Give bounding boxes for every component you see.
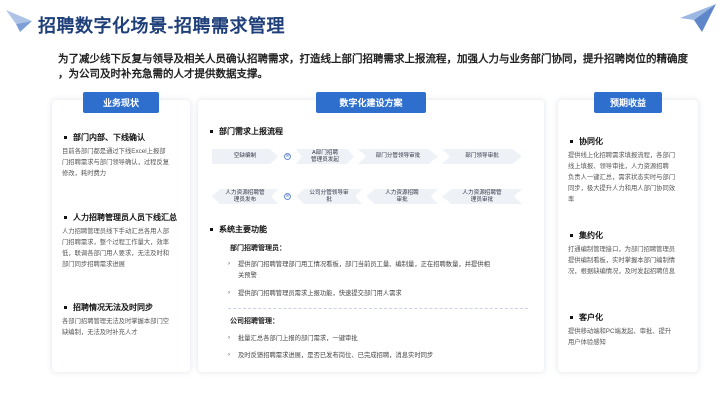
sub-title: 公司招聘管理： [230,318,279,325]
expected-benefit-panel: 预期收益 协同化 提供线上化招聘需求填报流程，各部门 线上填报、领导审批，人力资源… [558,92,698,372]
section-text: 目前各部门都是通过下线Excel上报部 门招聘需求与部门领导确认，过程反复 修改，耗… [62,148,170,177]
section-text: 提供线上化招聘需求填报流程，各部门 线上填报、领导审批，人力资源招聘 负责人一键汇总… [568,152,676,203]
section-title: 人力招聘管理员人员下线汇总 [64,212,177,223]
list-item: › 批量汇总各部门上报的部门需求，一键审批 [228,335,358,342]
section-text: 各部门招聘管理无法及时掌握本部门空 缺编制，无法及时补充人才 [62,318,170,336]
flow-connector-icon: ⊗ [284,153,291,160]
section-text: 人力招聘管理员线下手动汇总各用人部 门招聘需求，整个过程工作量大，效率 低，联调各部… [62,228,170,268]
flow-step: 空缺编制 [212,149,278,164]
sub-title: 部门招聘管理员： [230,245,286,252]
section-title: 客户化 [570,312,603,323]
section-text: 提供移动端和PC端发起、审批、提升 用户体验感知 [568,328,672,346]
list-item: › 提供部门招聘管理部门用工情况看板，部门当前员工量、编制量，正在招聘数量，并提… [228,261,490,279]
section-title: 集约化 [570,230,603,241]
intro-text: 为了减少线下反复与领导及相关人员确认招聘需求，打造线上部门招聘需求上报流程，加强… [58,53,688,80]
chevron-right-icon: › [228,352,230,358]
page-title: 招聘数字化场景-招聘需求管理 [38,16,285,36]
digital-solution-header: 数字化建设方案 [316,92,426,113]
current-status-panel: 业务现状 部门内部、下线确认 目前各部门都是通过下线Excel上报部 门招聘需求与… [52,92,190,372]
flow-step: 部门领导审批 [442,149,522,164]
divider [228,308,528,309]
section-title: 部门需求上报流程 [210,126,283,137]
flow-step: A部门招聘 管理员发起 [296,149,354,164]
section-text: 打通编制管理接口，为部门招聘管理员 提供编制看板，实时掌握本部门编制情 况，根据缺编… [568,246,676,275]
section-title: 协同化 [570,136,603,147]
flow-step: 人力资源招聘管 理员审批 [442,189,522,204]
section-title: 系统主要功能 [210,224,267,235]
section-title: 招聘情况无法及时同步 [64,302,153,313]
chevron-right-icon: › [228,261,230,267]
expected-benefit-header: 预期收益 [594,92,662,113]
flow-step: 人力资源招聘 审批 [366,189,438,204]
current-status-header: 业务现状 [83,92,159,113]
digital-solution-panel: 数字化建设方案 部门需求上报流程 空缺编制 ⊗ A部门招聘 管理员发起 部门分管… [198,92,544,372]
section-title: 部门内部、下线确认 [64,132,145,143]
list-item: › 提供部门招聘管理员需求上报功能，快速提交部门用人需求 [228,290,402,297]
flow-step: 公司分管领导审 批 [296,189,362,204]
flow-step: 部门分管领导审批 [358,149,438,164]
paper-plane-icon [680,4,716,32]
flow-step: 人力资源招聘管 理员发布 [212,189,278,204]
list-item: › 及时反馈招聘需求进展，是否已发布岗位、已完成招聘，消息实时同步 [228,352,434,359]
paper-plane-icon [6,10,32,32]
chevron-right-icon: › [228,335,230,341]
flow-connector-icon: ⊗ [284,193,291,200]
chevron-right-icon: › [228,290,230,296]
